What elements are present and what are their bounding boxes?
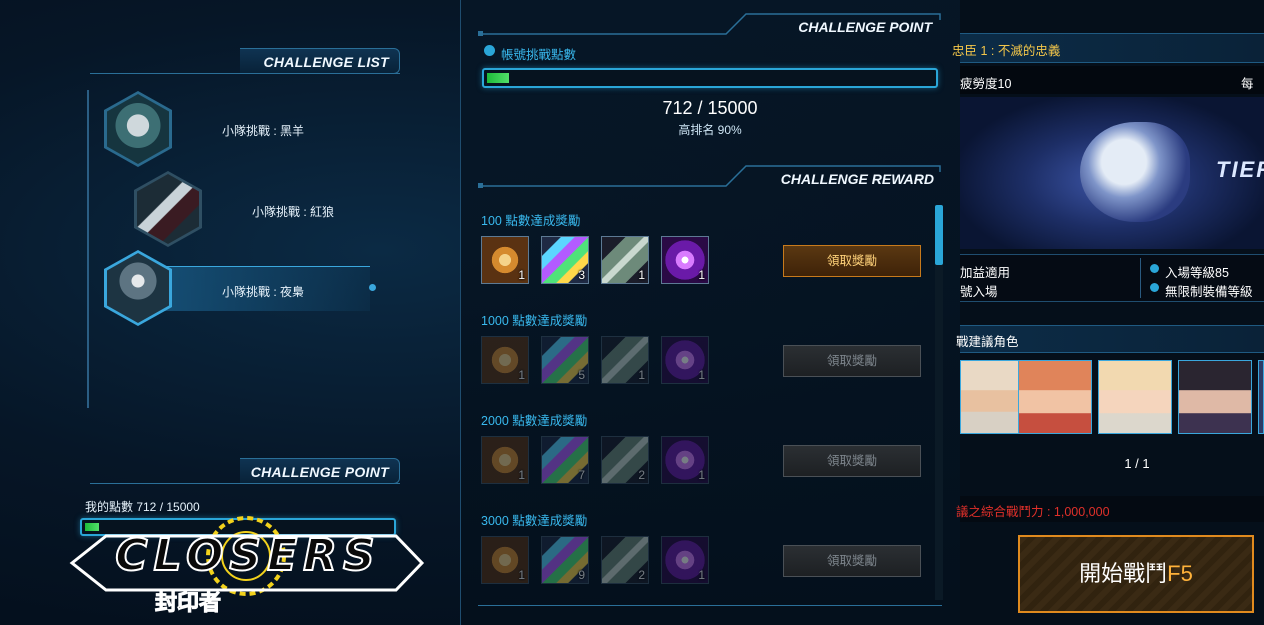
night-owl-icon [107,253,169,323]
item-count: 7 [578,468,585,482]
item-count: 1 [698,368,705,382]
rank-text: 高排名 90% [678,123,742,137]
divider [1140,258,1141,298]
item-count: 1 [518,468,525,482]
challenge-point-title: CHALLENGE POINT [798,19,932,35]
medal-icon[interactable]: 1 [481,236,529,284]
dungeon-title: 忠臣 1 : 不滅的忠義 [952,44,1061,58]
claim-reward-button[interactable]: 領取獎勵 [783,545,921,577]
medal-icon[interactable]: 1 [481,436,529,484]
challenge-portrait-frame [104,91,172,167]
bullet-icon [1150,264,1159,273]
challenge-list-title: CHALLENGE LIST [240,48,400,74]
challenge-portrait-frame [104,250,172,326]
item-count: 1 [518,268,525,282]
capsule-icon[interactable]: 2 [601,436,649,484]
reward-scrollbar-thumb[interactable] [935,205,943,265]
item-count: 1 [638,368,645,382]
reward-tier-title: 1000 點數達成獎勵 [481,314,588,328]
difficulty-text: 疲勞度10 [960,77,1012,91]
item-count: 1 [638,268,645,282]
reward-tier-title: 2000 點數達成獎勵 [481,414,588,428]
challenge-item-night-owl[interactable]: 小隊挑戰 : 夜梟 [104,250,384,326]
banner-text: TIER [1216,157,1264,182]
item-count: 1 [698,568,705,582]
logo-subtitle: 封印者 [154,590,222,616]
rainbow-crystal-icon[interactable]: 3 [541,236,589,284]
entry-level: 入場等級85 [1165,266,1229,280]
capsule-icon[interactable]: 2 [601,536,649,584]
challenge-label: 小隊挑戰 : 紅狼 [252,205,335,219]
challenge-portrait-frame [134,171,202,247]
equip-level: 無限制裝備等級 [1165,285,1253,299]
boss-banner: TIER [960,97,1264,249]
bullet-icon [484,45,495,56]
bullet-icon [1150,283,1159,292]
item-count: 1 [698,468,705,482]
character-portrait[interactable] [1178,360,1252,434]
divider [478,605,942,606]
challenge-reward-title: CHALLENGE REWARD [780,171,934,187]
character-portrait[interactable] [1098,360,1172,434]
logo-text: CLOSERS [114,529,381,582]
start-battle-button[interactable]: 開始戰鬥F5 [1018,535,1254,613]
points-value: 712 / 15000 [662,98,758,118]
claim-reward-button[interactable]: 領取獎勵 [783,245,921,277]
red-wolf-icon [137,174,199,244]
selected-dot [369,284,376,291]
black-sheep-icon [107,94,169,164]
info-left-1: 加益適用 [960,266,1011,280]
reward-tier-title: 100 點數達成獎勵 [481,214,581,228]
item-count: 1 [518,568,525,582]
account-points-progress-fill [487,73,509,83]
rainbow-crystal-icon[interactable]: 7 [541,436,589,484]
account-points-label: 帳號挑戰點數 [501,48,577,62]
medal-icon[interactable]: 1 [481,536,529,584]
start-battle-hotkey: F5 [1167,561,1193,586]
combat-power: 議之綜合戰鬥力 : 1,000,000 [956,505,1110,519]
capsule-icon[interactable]: 1 [601,236,649,284]
dungeon-info-panel: 忠臣 1 : 不滅的忠義 疲勞度10 每日 TIER 加益適用 號入場 入場等級… [952,0,1264,625]
character-portrait[interactable] [1258,360,1264,434]
challenge-point-title-left: CHALLENGE POINT [240,458,400,484]
claim-reward-button[interactable]: 領取獎勵 [783,445,921,477]
rainbow-crystal-icon[interactable]: 5 [541,336,589,384]
claim-reward-button[interactable]: 領取獎勵 [783,345,921,377]
medal-icon[interactable]: 1 [481,336,529,384]
capsule-icon[interactable]: 1 [601,336,649,384]
item-count: 9 [578,568,585,582]
item-count: 5 [578,368,585,382]
start-battle-label: 開始戰鬥 [1079,561,1168,586]
purple-burst-icon[interactable]: 1 [661,436,709,484]
account-points-progress-bar [482,68,938,88]
page-indicator: 1 / 1 [1124,456,1150,471]
purple-burst-icon[interactable]: 1 [661,536,709,584]
purple-burst-icon[interactable]: 1 [661,236,709,284]
rainbow-crystal-icon[interactable]: 9 [541,536,589,584]
character-portrait[interactable] [1018,360,1092,434]
boss-image [1080,122,1190,222]
item-count: 2 [638,568,645,582]
purple-burst-icon[interactable]: 1 [661,336,709,384]
info-left-2: 號入場 [960,285,998,299]
item-count: 1 [698,268,705,282]
item-count: 3 [578,268,585,282]
item-count: 2 [638,468,645,482]
list-track [87,90,89,408]
recommended-label: 戰建議角色 [956,335,1019,349]
reward-tier-title: 3000 點數達成獎勵 [481,514,588,528]
challenge-label: 小隊挑戰 : 黑羊 [222,124,305,138]
item-count: 1 [518,368,525,382]
challenge-label: 小隊挑戰 : 夜梟 [222,285,305,299]
challenge-item-black-sheep[interactable]: 小隊挑戰 : 黑羊 [104,91,364,167]
challenge-item-red-wolf[interactable]: 小隊挑戰 : 紅狼 [134,171,394,247]
